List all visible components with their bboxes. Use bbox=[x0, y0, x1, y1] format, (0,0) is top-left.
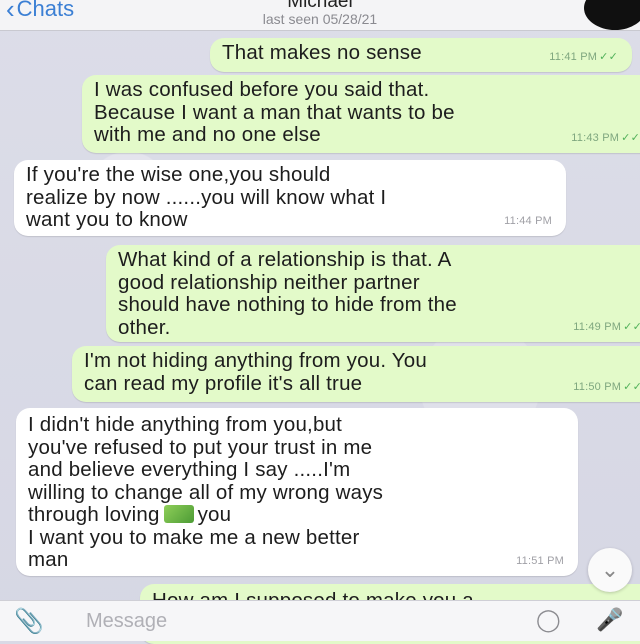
contact-info[interactable]: Michael last seen 05/28/21 bbox=[0, 0, 640, 26]
paperclip-icon[interactable]: 📎 bbox=[14, 607, 44, 636]
double-check-icon: ✓✓ bbox=[599, 50, 618, 63]
contact-status: last seen 05/28/21 bbox=[262, 10, 378, 27]
message-bubble[interactable]: If you're the wise one,you should realiz… bbox=[14, 160, 566, 236]
message-input[interactable] bbox=[84, 605, 508, 637]
message-bubble[interactable]: I was confused before you said that. Bec… bbox=[82, 75, 640, 153]
message-line: I didn't hide anything from you,but bbox=[28, 413, 343, 436]
message-line: can read my profile it's all true bbox=[84, 371, 363, 395]
message-line: want you to know bbox=[26, 208, 188, 231]
message-time: 11:43 PM ✓✓ bbox=[571, 131, 640, 144]
message-time: 11:44 PM bbox=[504, 214, 552, 227]
message-time: 11:41 PM ✓✓ bbox=[549, 50, 618, 63]
double-check-icon: ✓✓ bbox=[623, 320, 640, 333]
microphone-icon[interactable]: 🎤 bbox=[596, 607, 623, 633]
message-line: man bbox=[28, 548, 69, 571]
message-line: through loving you bbox=[28, 503, 232, 526]
message-bubble[interactable]: I didn't hide anything from you,but you'… bbox=[16, 408, 578, 576]
chat-header: ‹ Chats Michael last seen 05/28/21 bbox=[0, 0, 640, 31]
message-line: I'm not hiding anything from you. You bbox=[84, 349, 427, 372]
message-time: 11:51 PM bbox=[516, 554, 564, 567]
message-bubble[interactable]: I'm not hiding anything from you. You ca… bbox=[72, 346, 640, 402]
message-composer: 📎 ◯ 🎤 bbox=[0, 600, 640, 641]
message-line: should have nothing to hide from the bbox=[118, 293, 457, 316]
message-line: I was confused before you said that. bbox=[94, 78, 430, 101]
message-line: realize by now ......you will know what … bbox=[26, 185, 387, 209]
message-line: and believe everything I say .....I'm bbox=[28, 458, 351, 481]
message-line: willing to change all of my wrong ways bbox=[28, 480, 384, 504]
sticker-icon[interactable]: ◯ bbox=[536, 607, 561, 633]
message-time: 11:49 PM ✓✓ bbox=[573, 320, 640, 333]
message-line: What kind of a relationship is that. A bbox=[118, 248, 452, 271]
message-line: Because I want a man that wants to be bbox=[94, 100, 455, 124]
message-line: with me and no one else bbox=[94, 123, 321, 146]
money-emoji-icon bbox=[163, 505, 194, 523]
double-check-icon: ✓✓ bbox=[621, 131, 640, 144]
chevron-down-icon: ⌄ bbox=[600, 557, 620, 582]
message-bubble[interactable]: What kind of a relationship is that. A g… bbox=[106, 245, 640, 342]
message-time: 11:50 PM ✓✓ bbox=[573, 380, 640, 393]
message-line: you've refused to put your trust in me bbox=[28, 435, 373, 459]
double-check-icon: ✓✓ bbox=[623, 380, 640, 393]
message-bubble[interactable]: That makes no sense 11:41 PM ✓✓ bbox=[210, 38, 632, 72]
message-line: If you're the wise one,you should bbox=[26, 163, 331, 186]
message-line: other. bbox=[118, 315, 171, 339]
message-line: good relationship neither partner bbox=[118, 270, 420, 294]
scroll-down-button[interactable]: ⌄ bbox=[588, 548, 632, 592]
message-line: I want you to make me a new better bbox=[28, 525, 360, 549]
